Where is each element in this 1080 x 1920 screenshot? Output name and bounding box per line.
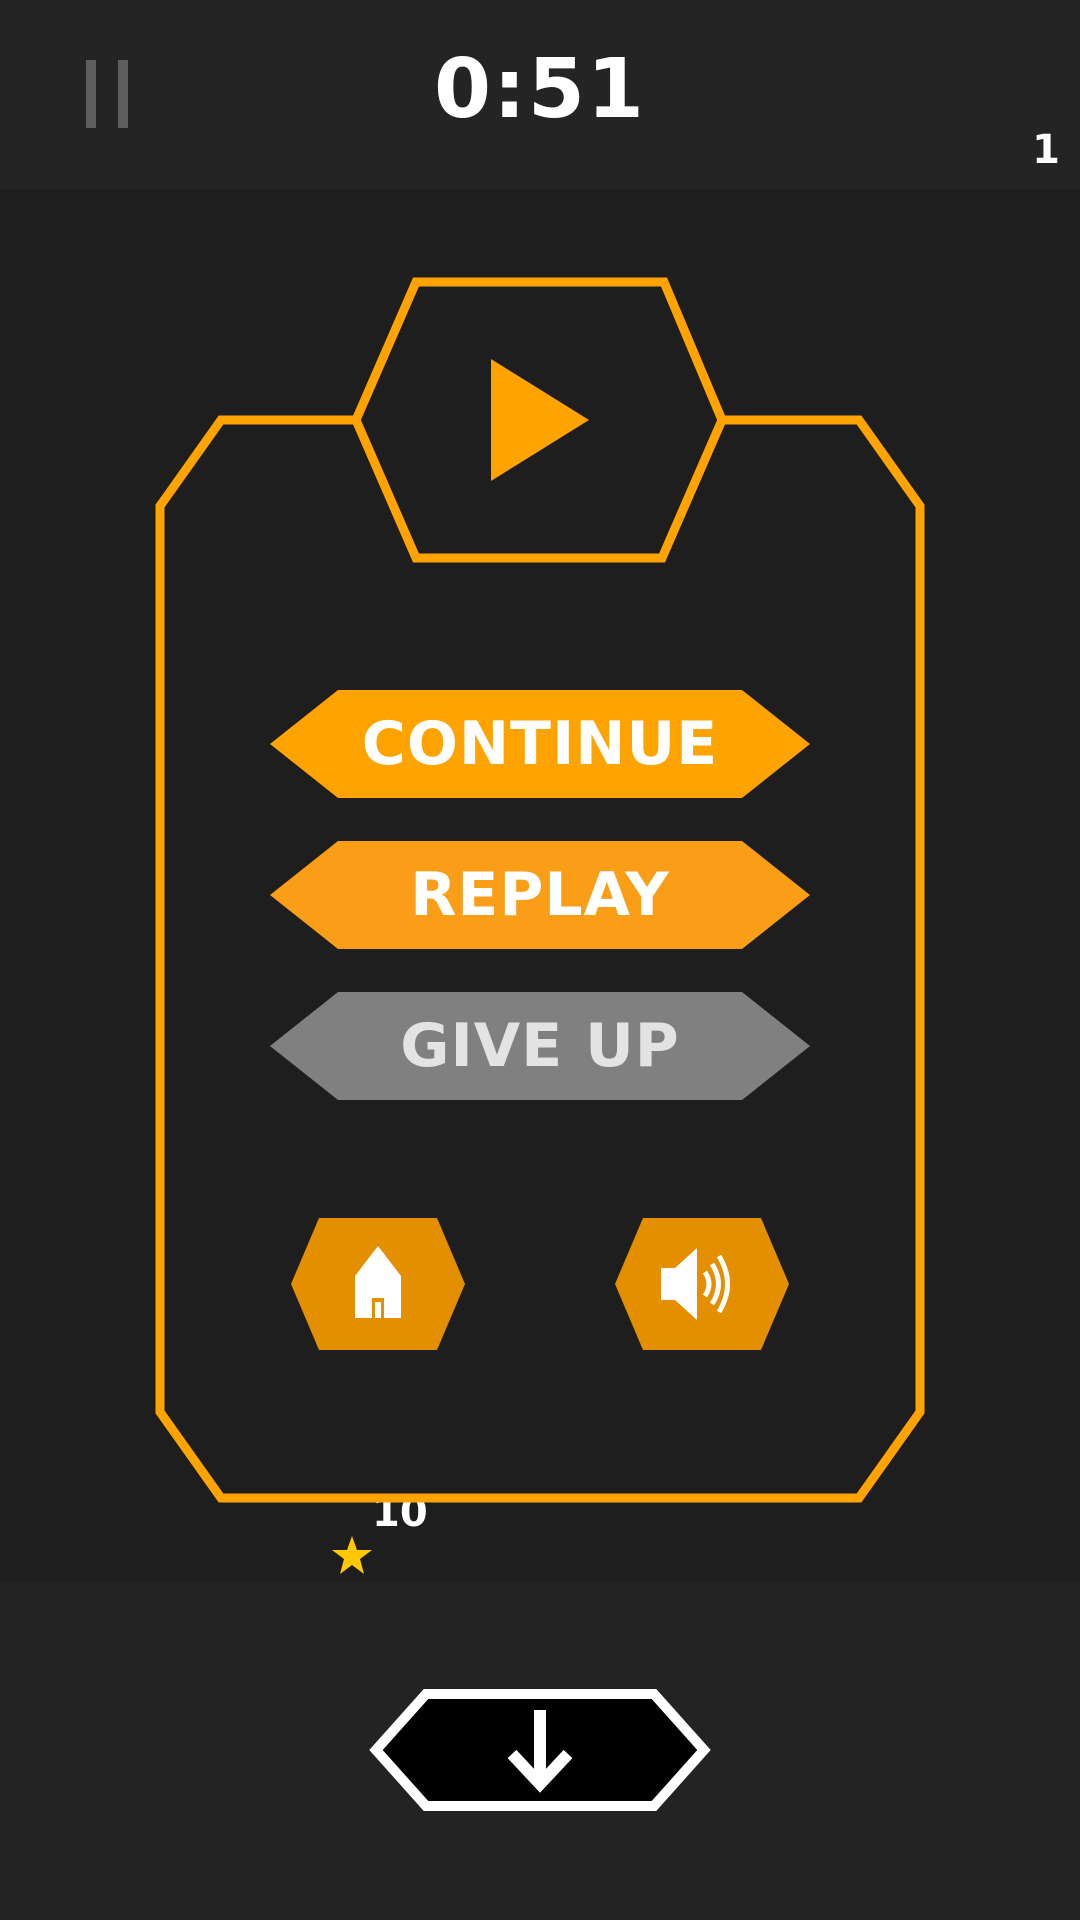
continue-label: CONTINUE — [361, 709, 719, 779]
give-up-button[interactable]: GIVE UP — [270, 992, 810, 1100]
sound-button[interactable] — [615, 1218, 789, 1350]
star-score: 10 — [330, 1490, 450, 1580]
play-icon — [491, 359, 589, 481]
resume-play-button[interactable] — [360, 290, 720, 550]
drop-button[interactable] — [368, 1688, 712, 1812]
replay-label: REPLAY — [410, 860, 670, 930]
timer-display: 0:51 — [434, 42, 646, 137]
give-up-label: GIVE UP — [400, 1011, 680, 1081]
star-score-value: 10 — [372, 1490, 428, 1536]
home-button[interactable] — [291, 1218, 465, 1350]
pause-button[interactable] — [78, 60, 138, 130]
top-hud-bar: 0:51 1 — [0, 0, 1080, 190]
replay-button[interactable]: REPLAY — [270, 841, 810, 949]
game-screen: 0:51 1 10 CONTINUE REPLAY GIVE UP — [0, 0, 1080, 1920]
continue-button[interactable]: CONTINUE — [270, 690, 810, 798]
star-icon — [332, 1536, 372, 1574]
level-counter: 1 — [1032, 127, 1060, 173]
